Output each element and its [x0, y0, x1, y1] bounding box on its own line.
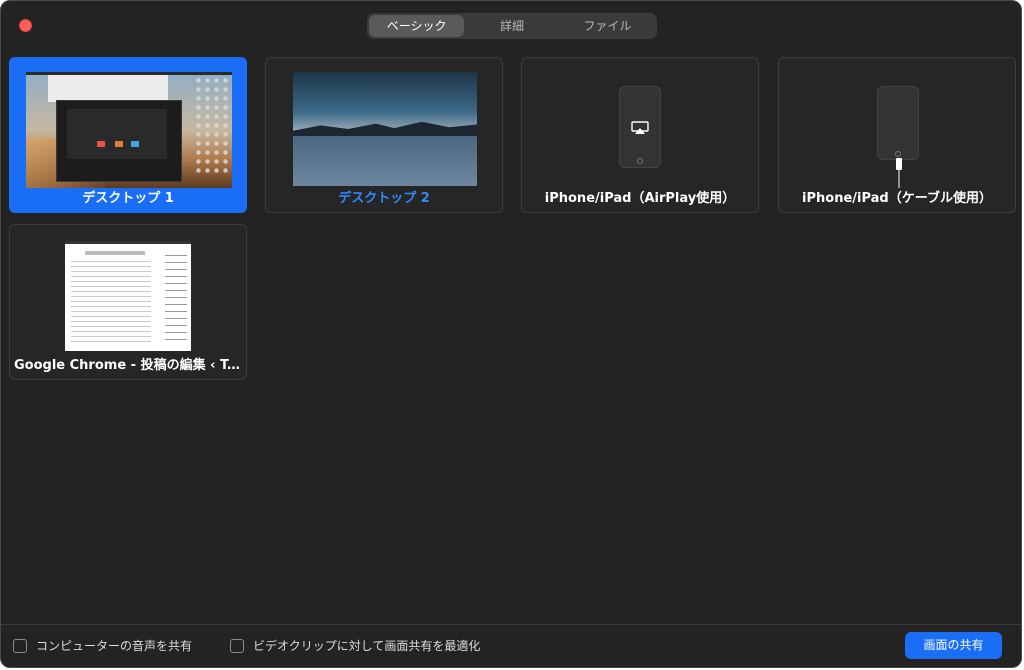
share-audio-label: コンピューターの音声を共有 — [36, 639, 193, 653]
tab-bar: ベーシック 詳細 ファイル — [367, 13, 657, 39]
tile-label: デスクトップ 2 — [338, 191, 430, 206]
share-audio-option[interactable]: コンピューターの音声を共有 — [13, 637, 192, 654]
share-audio-checkbox[interactable] — [13, 638, 27, 653]
share-screen-button[interactable]: 画面の共有 — [905, 632, 1002, 659]
optimize-video-label: ビデオクリップに対して画面共有を最適化 — [253, 639, 481, 653]
phone-icon — [877, 86, 919, 160]
share-tile-iphone-cable[interactable]: iPhone/iPad（ケーブル使用） — [778, 57, 1016, 213]
share-tile-desktop-1[interactable]: デスクトップ 1 — [9, 57, 247, 213]
optimize-video-option[interactable]: ビデオクリップに対して画面共有を最適化 — [230, 637, 480, 654]
share-tile-iphone-airplay[interactable]: iPhone/iPad（AirPlay使用） — [521, 57, 759, 213]
share-tile-desktop-2[interactable]: デスクトップ 2 — [265, 57, 503, 213]
tab-basic[interactable]: ベーシック — [369, 15, 465, 37]
tile-label: Google Chrome - 投稿の編集 ‹ T-ST... — [14, 358, 246, 373]
desktop-2-thumbnail — [293, 72, 477, 186]
bottom-bar: コンピューターの音声を共有 ビデオクリップに対して画面共有を最適化 画面の共有 — [1, 624, 1021, 667]
phone-icon — [619, 86, 661, 168]
tile-label: iPhone/iPad（ケーブル使用） — [802, 191, 992, 206]
tile-label: デスクトップ 1 — [82, 191, 174, 206]
tile-label: iPhone/iPad（AirPlay使用） — [544, 191, 736, 206]
optimize-video-checkbox[interactable] — [230, 638, 244, 653]
airplay-icon — [631, 121, 649, 134]
lightning-cable-icon — [896, 158, 902, 188]
desktop-1-thumbnail — [26, 72, 232, 188]
share-screen-window: ベーシック 詳細 ファイル デスクトップ 1 デスクトップ 2 iPhone/i… — [0, 0, 1022, 668]
tab-files[interactable]: ファイル — [560, 15, 655, 37]
close-window-button[interactable] — [19, 19, 32, 32]
chrome-thumbnail — [65, 241, 191, 351]
tab-advanced[interactable]: 詳細 — [464, 15, 559, 37]
share-tile-chrome-window[interactable]: Google Chrome - 投稿の編集 ‹ T-ST... — [9, 224, 247, 380]
